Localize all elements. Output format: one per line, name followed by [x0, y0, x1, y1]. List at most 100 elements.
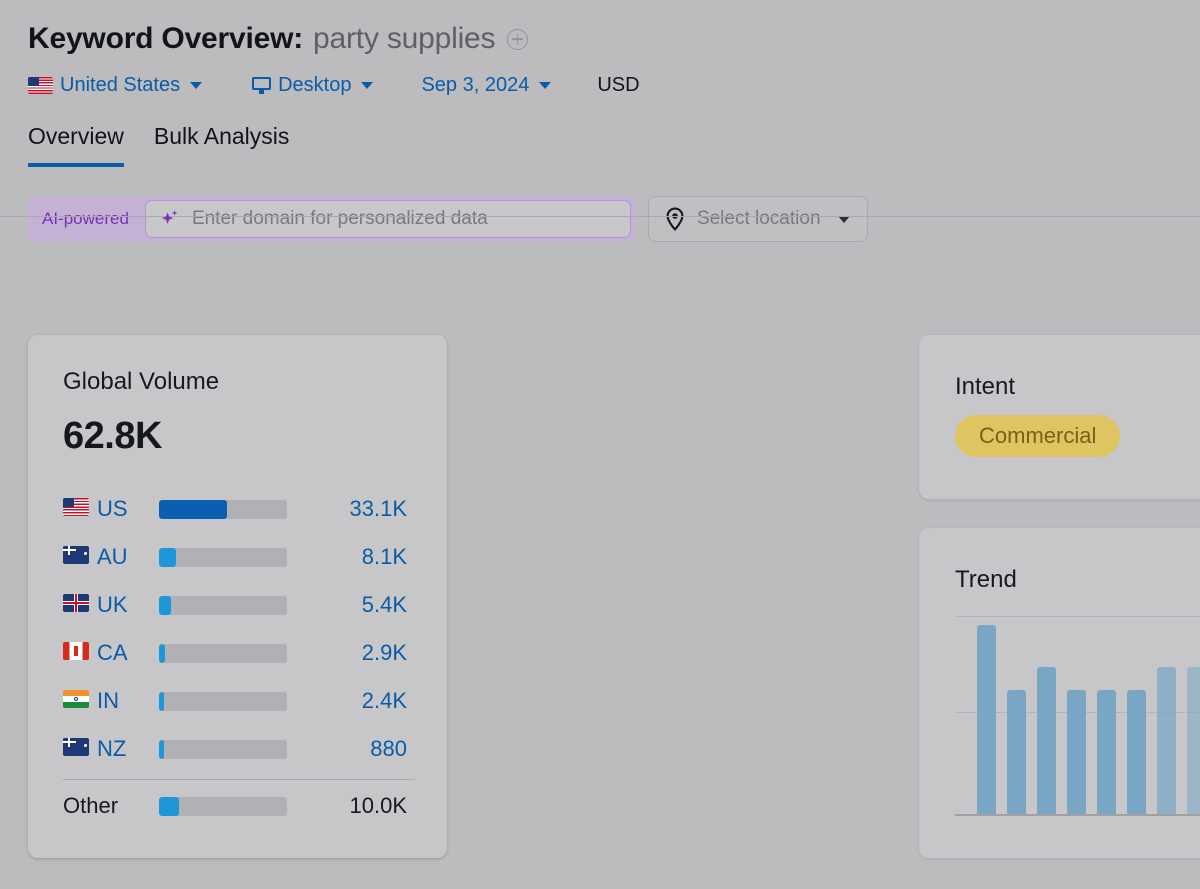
au-flag-icon [63, 545, 89, 564]
intent-label: Intent [955, 373, 1016, 400]
page-title-prefix: Keyword Overview: [28, 22, 304, 55]
country-volume-value: 2.9K [361, 640, 407, 665]
search-bar: AI-powered Enter domain for personalized… [28, 196, 1200, 242]
trend-bar [1187, 666, 1200, 814]
country-volume-value: 8.1K [361, 544, 407, 569]
global-volume-row[interactable]: UK 5.4K [63, 581, 413, 629]
in-flag-icon [63, 689, 89, 708]
country-code: US [97, 496, 128, 521]
tab-bar: Overview Bulk Analysis [28, 123, 1200, 167]
monitor-icon [252, 77, 272, 94]
country-flag [63, 545, 97, 569]
global-volume-row[interactable]: AU 8.1K [63, 533, 413, 581]
country-volume-value: 33.1K [349, 496, 408, 521]
trend-bar-chart [955, 616, 1200, 816]
map-pin-icon [664, 207, 686, 231]
date-selector[interactable]: Sep 3, 2024 [421, 74, 552, 97]
currency-label: USD [597, 74, 640, 96]
page-title-keyword: party supplies [313, 22, 496, 55]
other-label: Other [63, 793, 119, 818]
volume-bar-fill [159, 796, 180, 816]
ca-flag-icon [63, 641, 89, 660]
volume-bar-track [159, 499, 287, 519]
country-flag [63, 497, 97, 521]
global-volume-value: 62.8K [63, 415, 162, 457]
volume-bar-fill [159, 499, 227, 519]
us-flag-icon [63, 497, 89, 516]
country-flag [63, 593, 97, 617]
trend-bar [1097, 689, 1116, 814]
volume-bar-track [159, 691, 287, 711]
global-volume-row[interactable]: CA 2.9K [63, 629, 413, 677]
global-volume-row[interactable]: NZ 880 [63, 725, 413, 773]
volume-bar-fill [159, 547, 176, 567]
chevron-down-icon [361, 82, 374, 89]
tab-bulk-analysis[interactable]: Bulk Analysis [154, 123, 290, 164]
sparkle-icon [160, 209, 180, 229]
volume-bar-fill [159, 643, 166, 663]
global-volume-row[interactable]: IN 2.4K [63, 677, 413, 725]
chevron-down-icon [190, 82, 203, 89]
trend-bar [1067, 689, 1086, 814]
divider [63, 779, 415, 780]
country-volume-value: 5.4K [361, 592, 407, 617]
volume-bar-track [159, 796, 287, 816]
global-volume-row-other: Other 10.0K [63, 782, 413, 830]
global-volume-card: Global Volume 62.8K US 33.1K AU 8.1K UK 5.4K C… [28, 335, 447, 858]
country-flag [63, 641, 97, 665]
country-label: United States [60, 74, 181, 96]
country-volume-value: 880 [370, 736, 407, 761]
intent-badge: Commercial [955, 415, 1121, 457]
other-volume-value: 10.0K [349, 793, 408, 818]
country-code: NZ [97, 736, 127, 761]
trend-card: Trend [919, 528, 1200, 858]
country-code: UK [97, 592, 128, 617]
volume-bar-fill [159, 691, 165, 711]
trend-label: Trend [955, 566, 1017, 593]
device-label: Desktop [278, 74, 352, 96]
ai-domain-search: AI-powered Enter domain for personalized… [28, 196, 635, 242]
location-selector[interactable]: Select location [647, 196, 868, 242]
global-volume-label: Global Volume [63, 368, 220, 395]
volume-bar-track [159, 643, 287, 663]
country-code: IN [97, 688, 119, 713]
country-code: CA [97, 640, 128, 665]
device-selector[interactable]: Desktop [252, 74, 374, 97]
domain-input-placeholder: Enter domain for personalized data [191, 208, 488, 229]
global-volume-row[interactable]: US 33.1K [63, 485, 413, 533]
country-flag [63, 689, 97, 713]
tab-overview[interactable]: Overview [28, 123, 124, 167]
date-label: Sep 3, 2024 [421, 74, 530, 96]
axis-line [955, 814, 1200, 816]
trend-bar [977, 625, 996, 814]
trend-bars [977, 616, 1200, 814]
intent-card: Intent Commercial [919, 335, 1200, 499]
page-header: Keyword Overview: party supplies United … [0, 0, 1200, 97]
us-flag-icon [28, 77, 53, 94]
global-volume-list: US 33.1K AU 8.1K UK 5.4K CA 2.9K IN 2.4K NZ 880 Othe… [63, 485, 415, 830]
country-selector[interactable]: United States [28, 74, 203, 97]
location-placeholder: Select location [696, 208, 821, 229]
domain-input[interactable]: Enter domain for personalized data [144, 200, 631, 238]
volume-bar-track [159, 739, 287, 759]
uk-flag-icon [63, 593, 89, 612]
volume-bar-track [159, 595, 287, 615]
chevron-down-icon [539, 82, 552, 89]
trend-bar [1157, 666, 1176, 814]
filter-bar: United States Desktop Sep 3, 2024 USD [28, 74, 1200, 97]
ai-powered-badge: AI-powered [42, 209, 129, 228]
keyword-overview-page: Keyword Overview: party supplies United … [0, 0, 1200, 889]
volume-bar-track [159, 547, 287, 567]
country-code: AU [97, 544, 128, 569]
page-title: Keyword Overview: party supplies [28, 22, 1200, 56]
tab-divider [0, 216, 1200, 217]
country-flag [63, 737, 97, 761]
volume-bar-fill [159, 595, 171, 615]
nz-flag-icon [63, 737, 89, 756]
country-volume-value: 2.4K [361, 688, 407, 713]
volume-bar-fill [159, 739, 165, 759]
trend-bar [1127, 689, 1146, 814]
plus-circle-icon[interactable] [507, 28, 529, 50]
trend-bar [1037, 666, 1056, 814]
trend-bar [1007, 689, 1026, 814]
